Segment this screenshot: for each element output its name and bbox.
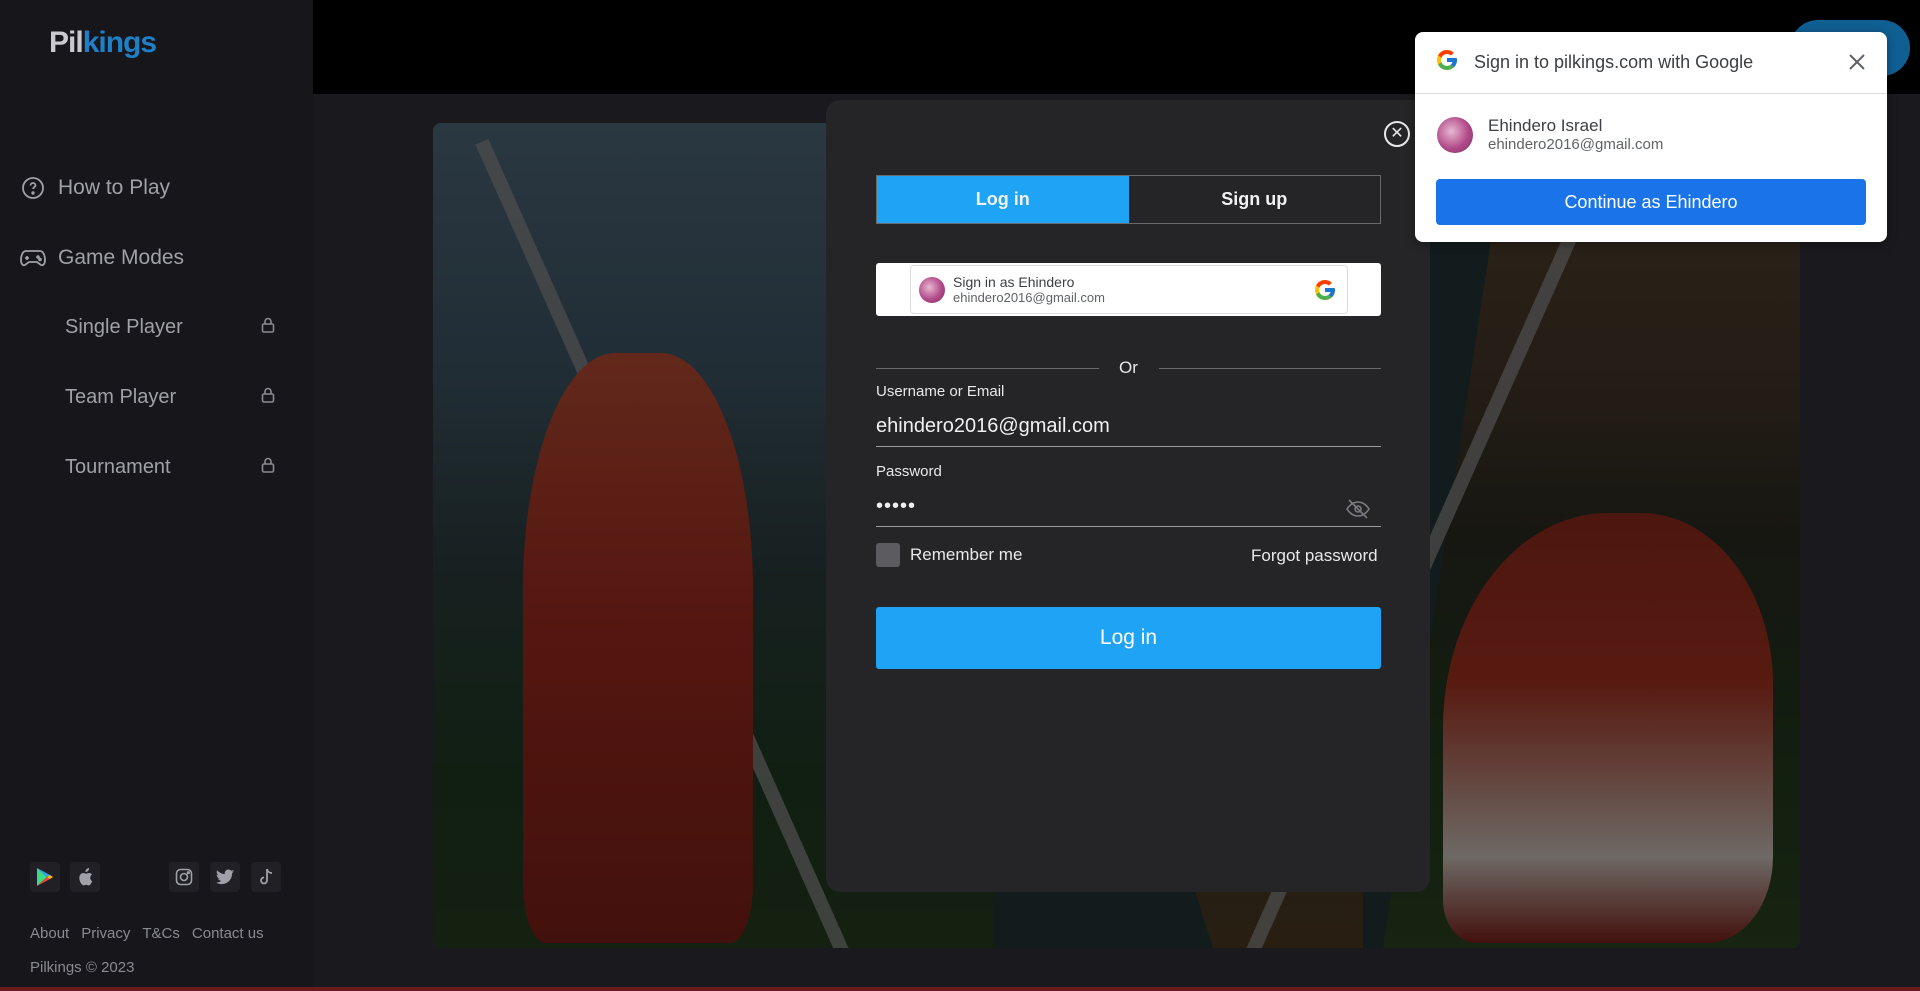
footer-link-terms[interactable]: T&Cs bbox=[142, 925, 180, 942]
tiktok-icon[interactable] bbox=[251, 862, 281, 892]
mode-label: Team Player bbox=[65, 386, 177, 408]
lock-icon bbox=[261, 316, 275, 339]
forgot-password-link[interactable]: Forgot password bbox=[1251, 546, 1378, 566]
nav-game-modes[interactable]: Game Modes bbox=[20, 245, 184, 271]
mode-tournament[interactable]: Tournament bbox=[65, 456, 275, 479]
google-signin-container: Sign in as Ehindero ehindero2016@gmail.c… bbox=[876, 263, 1381, 316]
password-input[interactable] bbox=[876, 487, 1381, 527]
close-icon[interactable] bbox=[1847, 52, 1867, 77]
help-circle-icon bbox=[20, 175, 46, 201]
popup-account[interactable]: Ehindero Israel ehindero2016@gmail.com bbox=[1437, 116, 1663, 153]
account-name: Ehindero Israel bbox=[1488, 116, 1603, 135]
google-one-tap-popup: Sign in to pilkings.com with Google Ehin… bbox=[1415, 32, 1887, 242]
modal-close-button[interactable]: ✕ bbox=[1384, 121, 1410, 147]
instagram-icon[interactable] bbox=[169, 862, 199, 892]
avatar bbox=[1437, 116, 1473, 153]
nav-how-to-play[interactable]: How to Play bbox=[20, 175, 170, 201]
popup-title: Sign in to pilkings.com with Google bbox=[1474, 52, 1754, 72]
username-label: Username or Email bbox=[876, 383, 1005, 400]
mode-single-player[interactable]: Single Player bbox=[65, 316, 275, 339]
logo-part-pil: Pil bbox=[49, 26, 84, 59]
login-modal: ✕ Log in Sign up Sign in as Ehindero ehi… bbox=[826, 100, 1430, 892]
account-email: ehindero2016@gmail.com bbox=[1488, 136, 1664, 153]
remember-me[interactable]: Remember me bbox=[876, 543, 1022, 567]
username-input[interactable] bbox=[876, 407, 1381, 447]
footer-link-about[interactable]: About bbox=[30, 925, 69, 942]
tab-sign-up[interactable]: Sign up bbox=[1129, 176, 1381, 223]
or-label: Or bbox=[1119, 358, 1138, 377]
footer-link-contact[interactable]: Contact us bbox=[192, 925, 264, 942]
login-submit-button[interactable]: Log in bbox=[876, 607, 1381, 669]
footer-links: About Privacy T&Cs Contact us bbox=[30, 925, 264, 942]
store-links bbox=[30, 862, 100, 892]
gamepad-icon bbox=[20, 245, 46, 271]
google-signin-button[interactable]: Sign in as Ehindero ehindero2016@gmail.c… bbox=[910, 265, 1348, 314]
google-play-icon[interactable] bbox=[30, 862, 60, 892]
apple-icon[interactable] bbox=[70, 862, 100, 892]
copyright: Pilkings © 2023 bbox=[30, 959, 135, 976]
nav-label: How to Play bbox=[58, 176, 171, 199]
twitter-icon[interactable] bbox=[210, 862, 240, 892]
mode-label: Tournament bbox=[65, 456, 171, 478]
google-signin-email: ehindero2016@gmail.com bbox=[953, 290, 1105, 305]
sidebar: Pilkings How to Play Game Modes Single P… bbox=[0, 0, 313, 991]
mode-team-player[interactable]: Team Player bbox=[65, 386, 275, 409]
password-label: Password bbox=[876, 463, 942, 480]
logo[interactable]: Pilkings bbox=[49, 26, 157, 60]
or-divider: Or bbox=[876, 358, 1381, 380]
close-icon: ✕ bbox=[1390, 125, 1404, 142]
lock-icon bbox=[261, 456, 275, 479]
social-links bbox=[169, 862, 281, 892]
footer-link-privacy[interactable]: Privacy bbox=[81, 925, 130, 942]
eye-off-icon[interactable] bbox=[1346, 498, 1370, 525]
bottom-strip bbox=[0, 987, 1920, 991]
google-logo-icon bbox=[1313, 278, 1337, 307]
google-signin-name: Sign in as Ehindero bbox=[953, 274, 1075, 290]
auth-tabs: Log in Sign up bbox=[876, 175, 1381, 224]
mode-label: Single Player bbox=[65, 316, 183, 338]
logo-part-kings: kings bbox=[82, 26, 157, 59]
tab-log-in[interactable]: Log in bbox=[877, 176, 1129, 223]
google-logo-icon bbox=[1435, 48, 1459, 77]
avatar bbox=[919, 276, 945, 303]
lock-icon bbox=[261, 386, 275, 409]
app-root: Pilkings How to Play Game Modes Single P… bbox=[0, 0, 1920, 991]
popup-header: Sign in to pilkings.com with Google bbox=[1415, 32, 1887, 94]
remember-label: Remember me bbox=[910, 545, 1023, 564]
continue-as-button[interactable]: Continue as Ehindero bbox=[1436, 179, 1866, 225]
remember-checkbox[interactable] bbox=[876, 543, 900, 567]
nav-label: Game Modes bbox=[58, 246, 185, 269]
